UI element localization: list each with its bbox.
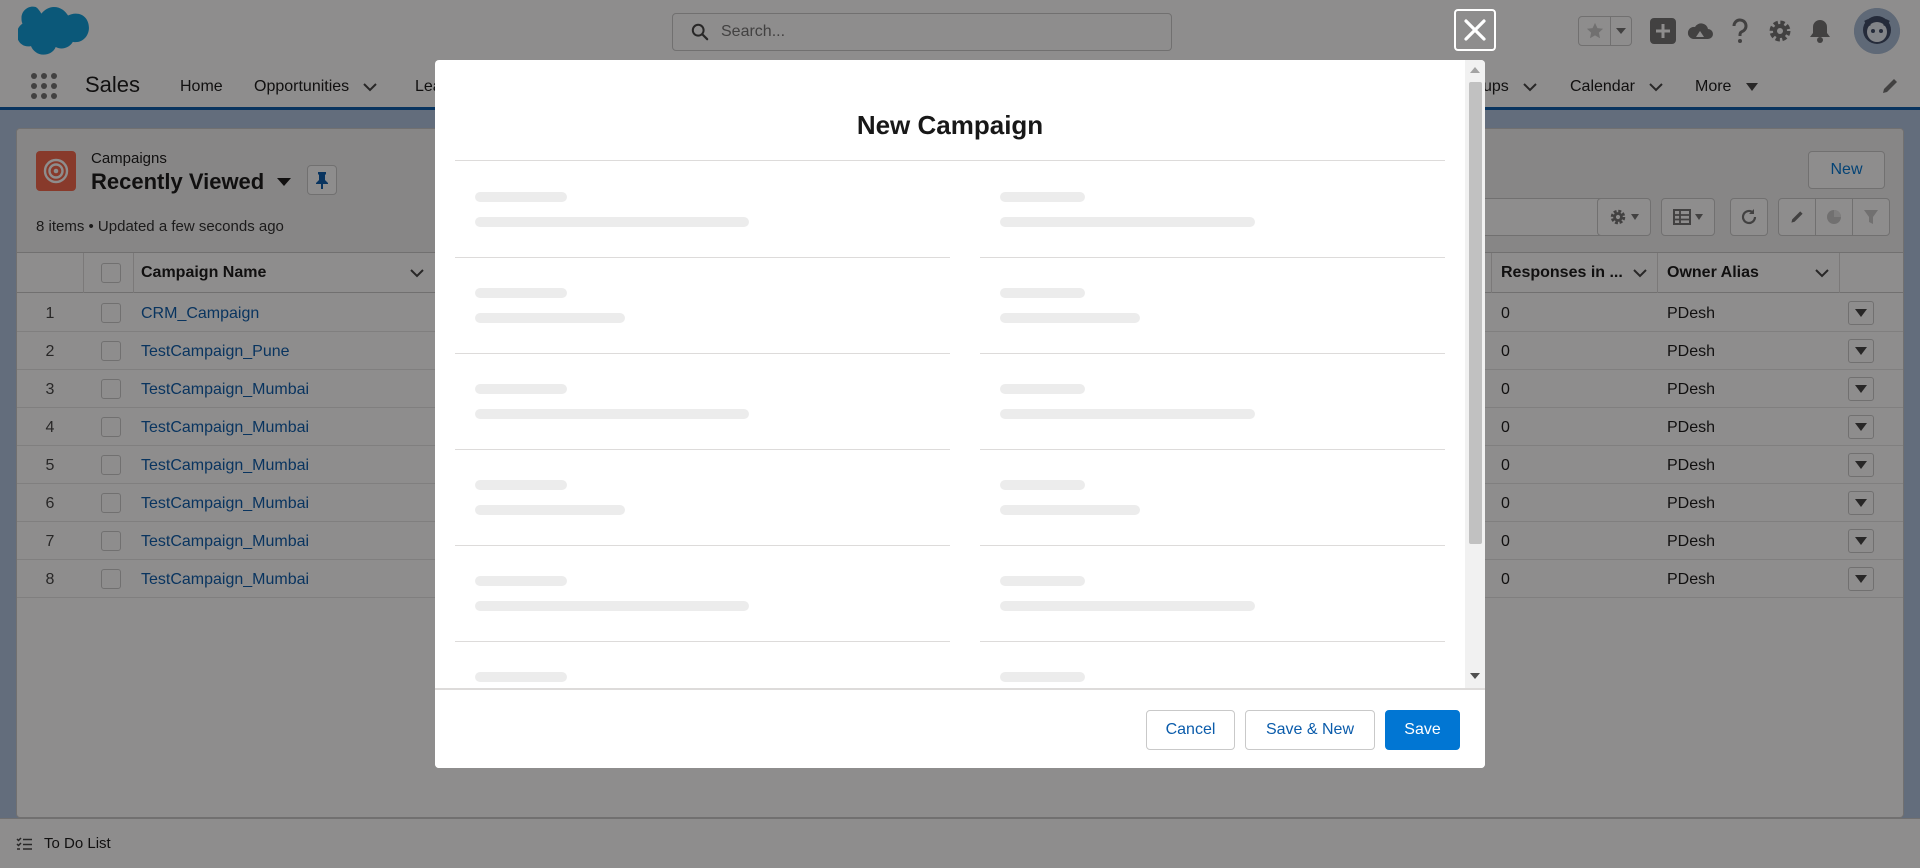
divider [455, 641, 950, 642]
divider [980, 545, 1445, 546]
skeleton-field [1000, 601, 1255, 611]
skeleton-label [1000, 672, 1085, 682]
cancel-button[interactable]: Cancel [1146, 710, 1235, 750]
divider [455, 160, 1445, 161]
modal-footer: Cancel Save & New Save [435, 688, 1485, 768]
skeleton-field [475, 217, 749, 227]
save-and-new-button[interactable]: Save & New [1245, 710, 1375, 750]
close-icon [1464, 19, 1486, 41]
skeleton-field [1000, 409, 1255, 419]
skeleton-label [1000, 384, 1085, 394]
skeleton-label [475, 480, 567, 490]
modal-close-button[interactable] [1454, 9, 1496, 51]
save-button[interactable]: Save [1385, 710, 1460, 750]
skeleton-label [475, 576, 567, 586]
skeleton-field [475, 601, 749, 611]
skeleton-label [1000, 576, 1085, 586]
skeleton-field [475, 409, 749, 419]
skeleton-label [1000, 288, 1085, 298]
modal-body: New Campaign [435, 60, 1485, 688]
modal-title: New Campaign [856, 110, 1044, 140]
divider [455, 353, 950, 354]
modal-scrollbar[interactable] [1465, 60, 1485, 688]
skeleton-label [1000, 480, 1085, 490]
skeleton-label [1000, 192, 1085, 202]
skeleton-label [475, 384, 567, 394]
new-campaign-modal: New Campaign Cancel Save & New Save [435, 60, 1485, 768]
skeleton-field [1000, 217, 1255, 227]
skeleton-label [475, 192, 567, 202]
divider [980, 353, 1445, 354]
divider [455, 257, 950, 258]
scroll-down-arrow[interactable] [1470, 673, 1480, 679]
divider [980, 257, 1445, 258]
divider [980, 641, 1445, 642]
skeleton-field [475, 313, 625, 323]
scroll-thumb[interactable] [1469, 82, 1482, 544]
skeleton-field [1000, 505, 1140, 515]
skeleton-label [475, 288, 567, 298]
divider [455, 545, 950, 546]
divider [455, 449, 950, 450]
divider [980, 449, 1445, 450]
skeleton-field [475, 505, 625, 515]
scroll-up-arrow[interactable] [1470, 67, 1480, 73]
skeleton-field [1000, 313, 1140, 323]
skeleton-label [475, 672, 567, 682]
